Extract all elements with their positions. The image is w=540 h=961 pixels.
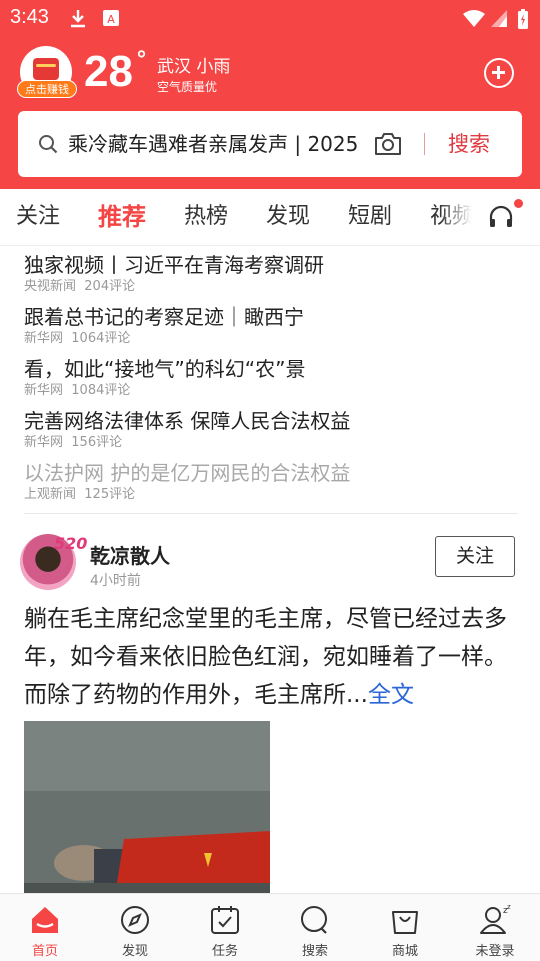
nav-search[interactable]: 搜索: [270, 894, 360, 961]
news-source: 新华网: [24, 331, 64, 346]
notification-dot: [514, 199, 523, 208]
post-photo: [24, 721, 270, 901]
post-time: 4小时前: [90, 573, 141, 589]
news-title[interactable]: 看，如此“接地气”的科幻“农”景: [24, 354, 518, 384]
audio-button[interactable]: [480, 189, 540, 245]
news-item[interactable]: 独家视频丨习近平在青海考察调研 央视新闻 204评论: [24, 250, 518, 302]
tab-short-drama[interactable]: 短剧: [348, 189, 392, 245]
post-text[interactable]: 躺在毛主席纪念堂里的毛主席，尽管已经过去多年，如今看来依旧脸色红润，宛如睡着了一…: [24, 600, 518, 714]
weather-bar: 点击赚钱 28 ° 武汉 小雨 空气质量优: [0, 46, 540, 102]
battery-icon: [518, 9, 528, 29]
search-icon: [301, 906, 327, 934]
read-more-link[interactable]: 全文: [368, 682, 414, 708]
news-comments: 204评论: [84, 279, 136, 294]
earn-money-badge[interactable]: 点击赚钱: [17, 80, 77, 98]
wifi-icon: [463, 10, 485, 27]
degree-symbol: °: [136, 48, 147, 73]
author-name[interactable]: 乾凉散人: [90, 540, 170, 569]
avatar-badge: 520: [54, 534, 88, 553]
news-comments: 125评论: [84, 487, 136, 502]
notification-app-icon: A: [103, 10, 119, 26]
nav-label: 未登录: [475, 944, 515, 959]
news-title[interactable]: 独家视频丨习近平在青海考察调研: [24, 250, 518, 280]
nav-label: 发现: [121, 944, 148, 959]
news-source: 央视新闻: [24, 279, 77, 294]
news-comments: 1084评论: [71, 383, 131, 398]
nav-discover[interactable]: 发现: [90, 894, 180, 961]
news-item[interactable]: 跟着总书记的考察足迹｜瞰西宁 新华网 1064评论: [24, 302, 518, 354]
news-source: 新华网: [24, 435, 64, 450]
nav-tasks[interactable]: 任务: [180, 894, 270, 961]
news-list: 独家视频丨习近平在青海考察调研 央视新闻 204评论 跟着总书记的考察足迹｜瞰西…: [24, 250, 518, 510]
svg-text:z: z: [507, 904, 511, 911]
svg-text:A: A: [107, 13, 115, 26]
nav-label: 搜索: [301, 944, 328, 959]
news-comments: 1064评论: [71, 331, 131, 346]
follow-button[interactable]: 关注: [435, 536, 515, 577]
news-title[interactable]: 跟着总书记的考察足迹｜瞰西宁: [24, 302, 518, 332]
category-tabs: 关注 推荐 热榜 发现 短剧 视频: [0, 189, 540, 246]
news-item[interactable]: 完善网络法律体系 保障人民合法权益 新华网 156评论: [24, 406, 518, 458]
news-item[interactable]: 看，如此“接地气”的科幻“农”景 新华网 1084评论: [24, 354, 518, 406]
news-item[interactable]: 以法护网 护的是亿万网民的合法权益 上观新闻 125评论: [24, 458, 518, 510]
camera-icon[interactable]: [374, 131, 402, 157]
search-bar[interactable]: 乘冷藏车遇难者亲属发声 | 2025 搜索: [18, 111, 522, 177]
search-query[interactable]: 乘冷藏车遇难者亲属发声 | 2025: [68, 111, 360, 177]
section-divider: [24, 513, 518, 514]
headphones-icon: [489, 205, 513, 227]
search-icon: [39, 135, 58, 154]
tab-recommend[interactable]: 推荐: [98, 189, 146, 245]
nav-not-logged-in[interactable]: zz 未登录: [450, 894, 540, 961]
post-body: 躺在毛主席纪念堂里的毛主席，尽管已经过去多年，如今看来依旧脸色红润，宛如睡着了一…: [24, 606, 507, 708]
air-quality: 空气质量优: [157, 80, 218, 94]
search-divider: [424, 133, 425, 155]
compass-icon: [121, 906, 149, 934]
home-icon: [32, 907, 58, 933]
red-packet-icon: [33, 58, 59, 80]
news-source: 新华网: [24, 383, 64, 398]
nav-label: 任务: [211, 944, 238, 959]
search-button[interactable]: 搜索: [448, 111, 490, 177]
tab-follow[interactable]: 关注: [16, 189, 60, 245]
add-plus-button[interactable]: [484, 58, 514, 88]
nav-label: 商城: [391, 944, 418, 959]
status-bar: 3:43 A: [0, 0, 540, 36]
shopping-bag-icon: [392, 911, 418, 934]
news-title[interactable]: 以法护网 护的是亿万网民的合法权益: [24, 458, 518, 488]
download-icon: [71, 10, 85, 28]
user-sleep-icon: zz: [480, 904, 511, 934]
task-calendar-icon: [211, 906, 239, 934]
tab-hot[interactable]: 热榜: [184, 189, 228, 245]
nav-label: 首页: [31, 944, 58, 959]
nav-home[interactable]: 首页: [0, 894, 90, 961]
post-image[interactable]: [24, 721, 270, 901]
news-source: 上观新闻: [24, 487, 77, 502]
tab-discover[interactable]: 发现: [266, 189, 310, 245]
status-time: 3:43: [10, 6, 49, 28]
news-title[interactable]: 完善网络法律体系 保障人民合法权益: [24, 406, 518, 436]
city-weather[interactable]: 武汉 小雨: [157, 52, 230, 77]
tab-fade: [440, 189, 480, 245]
bottom-navigation: 首页 发现 任务 搜索 商城 zz 未登录: [0, 893, 540, 961]
temperature: 28: [84, 47, 133, 96]
news-comments: 156评论: [71, 435, 123, 450]
signal-icon: [491, 10, 507, 27]
nav-mall[interactable]: 商城: [360, 894, 450, 961]
